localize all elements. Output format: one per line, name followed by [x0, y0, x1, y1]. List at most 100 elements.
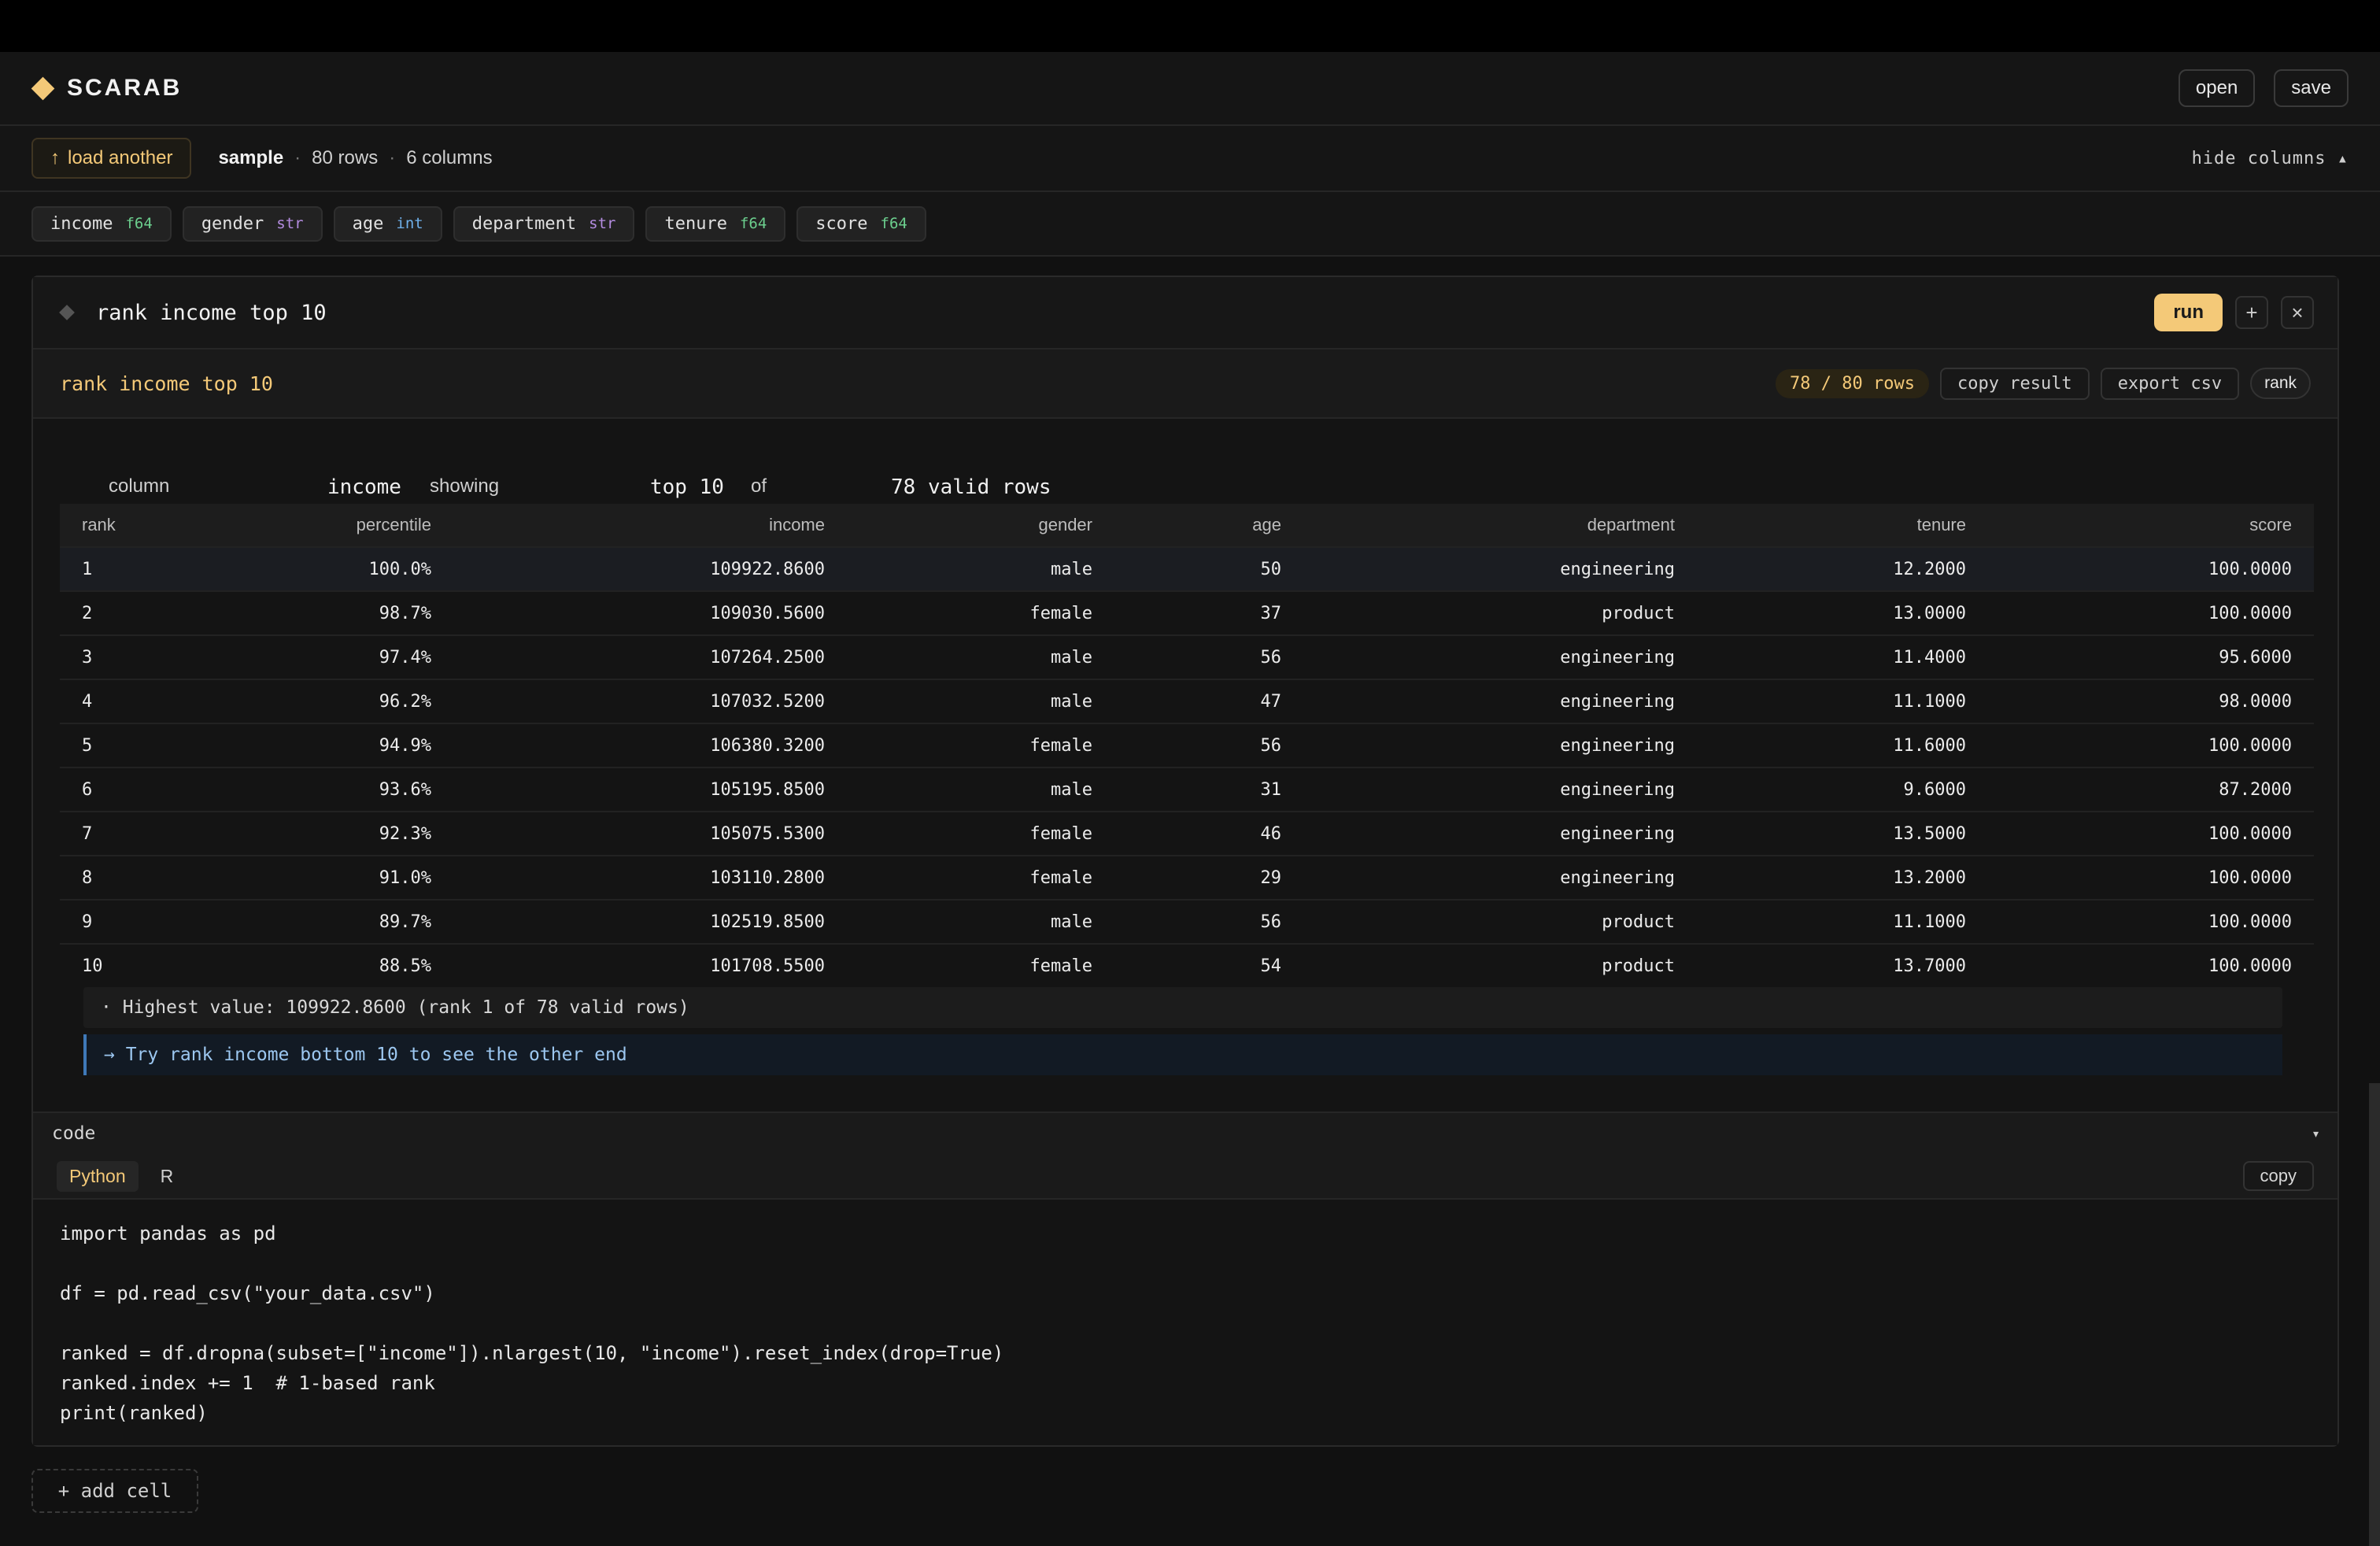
cell-income: 102519.8500	[453, 899, 847, 944]
cell-score: 100.0000	[1988, 590, 2314, 635]
header-percentile[interactable]: percentile	[201, 504, 453, 547]
dataset-name: sample	[218, 147, 284, 168]
cell-score: 100.0000	[1988, 546, 2314, 591]
copy-code-button[interactable]: copy	[2242, 1161, 2314, 1191]
column-name: score	[815, 213, 868, 234]
cell-tenure: 11.1000	[1697, 679, 1988, 723]
cell-income: 105195.8500	[453, 767, 847, 812]
cell-tenure: 11.6000	[1697, 723, 1988, 767]
table-row[interactable]: 9 89.7% 102519.8500 male 56 product 11.1000 100…	[60, 899, 2314, 944]
hide-columns-toggle[interactable]: hide columns ▴	[2192, 149, 2349, 168]
column-type: f64	[125, 215, 153, 232]
column-type: str	[276, 215, 304, 232]
column-type: str	[589, 215, 616, 232]
language-tabs: Python R copy	[33, 1154, 2338, 1200]
cell-rank: 8	[60, 855, 201, 900]
chevron-down-icon: ▾	[2312, 1126, 2319, 1140]
cell-rank: 4	[60, 679, 201, 723]
save-button[interactable]: save	[2274, 69, 2349, 107]
result-header: rank income top 10 78 / 80 rows copy res…	[33, 350, 2338, 419]
code-block: import pandas as pd df = pd.read_csv("yo…	[60, 1222, 1004, 1424]
close-icon[interactable]: ×	[2281, 296, 2314, 329]
header-department[interactable]: department	[1303, 504, 1697, 547]
cell-percentile: 88.5%	[201, 943, 453, 987]
cell-score: 100.0000	[1988, 723, 2314, 767]
header-income[interactable]: income	[453, 504, 847, 547]
cell-income: 101708.5500	[453, 943, 847, 987]
tab-python[interactable]: Python	[57, 1160, 139, 1192]
table-row[interactable]: 10 88.5% 101708.5500 female 54 product 13.7000…	[60, 943, 2314, 987]
cell-percentile: 98.7%	[201, 590, 453, 635]
column-chip-age[interactable]: age int	[333, 205, 442, 242]
add-cell-button[interactable]: + add cell	[31, 1469, 198, 1513]
app-title: SCARAB	[67, 75, 183, 101]
cell-gender: male	[847, 634, 1114, 679]
cell-department: engineering	[1303, 767, 1697, 812]
rank-mode-badge: rank	[2250, 368, 2311, 399]
cell-department: engineering	[1303, 546, 1697, 591]
tab-r[interactable]: R	[148, 1161, 187, 1192]
cell-gender: female	[847, 855, 1114, 900]
cell-gender: male	[847, 679, 1114, 723]
table-row[interactable]: 8 91.0% 103110.2800 female 29 engineering 13.2…	[60, 855, 2314, 900]
table-row[interactable]: 3 97.4% 107264.2500 male 56 engineering 11.400…	[60, 634, 2314, 679]
copy-result-button[interactable]: copy result	[1939, 367, 2090, 400]
column-value: income	[327, 475, 401, 499]
load-another-button[interactable]: ↑ load another	[31, 138, 192, 179]
table-header-row: rank percentile income gender age depart…	[60, 504, 2314, 547]
cell-drag-icon[interactable]	[59, 305, 75, 320]
cell-tenure: 12.2000	[1697, 546, 1988, 591]
column-chip-tenure[interactable]: tenure f64	[645, 205, 786, 242]
showing-value: top 10	[650, 475, 724, 499]
cell-rank: 6	[60, 767, 201, 812]
column-chip-department[interactable]: department str	[453, 205, 635, 242]
column-name: gender	[201, 213, 264, 234]
hint-note[interactable]: → Try rank income bottom 10 to see the o…	[83, 1034, 2282, 1075]
code-toggle[interactable]: code ▾	[33, 1113, 2338, 1154]
table-row[interactable]: 6 93.6% 105195.8500 male 31 engineering 9.6000…	[60, 767, 2314, 812]
table-row[interactable]: 7 92.3% 105075.5300 female 46 engineering 13.5…	[60, 811, 2314, 856]
table-row[interactable]: 5 94.9% 106380.3200 female 56 engineering 11.6…	[60, 723, 2314, 767]
run-button[interactable]: run	[2154, 294, 2223, 331]
result-table: rank percentile income gender age depart…	[60, 504, 2314, 987]
header-tenure[interactable]: tenure	[1697, 504, 1988, 547]
dataset-info: sample · 80 rows · 6 columns	[218, 147, 492, 169]
column-name: age	[352, 213, 384, 234]
cell-command[interactable]: rank income top 10	[96, 301, 327, 325]
cell-percentile: 96.2%	[201, 679, 453, 723]
header-rank[interactable]: rank	[60, 504, 201, 547]
separator-dot: ·	[294, 147, 301, 168]
column-chip-income[interactable]: income f64	[31, 205, 172, 242]
cell-score: 100.0000	[1988, 899, 2314, 944]
cell-age: 46	[1114, 811, 1303, 856]
cell-percentile: 93.6%	[201, 767, 453, 812]
header-gender[interactable]: gender	[847, 504, 1114, 547]
header-score[interactable]: score	[1988, 504, 2314, 547]
cell-rank: 5	[60, 723, 201, 767]
table-row[interactable]: 1 100.0% 109922.8600 male 50 engineering 12.20…	[60, 546, 2314, 591]
open-button[interactable]: open	[2178, 69, 2256, 107]
cell-income: 105075.5300	[453, 811, 847, 856]
scrollbar[interactable]	[2369, 1083, 2380, 1546]
cell-tenure: 13.2000	[1697, 855, 1988, 900]
cell-income: 107264.2500	[453, 634, 847, 679]
code-section-label: code	[52, 1123, 96, 1144]
notebook-cell: rank income top 10 run + × rank income t…	[31, 276, 2339, 1447]
result-title: rank income top 10	[60, 372, 273, 395]
cell-tenure: 13.0000	[1697, 590, 1988, 635]
header-age[interactable]: age	[1114, 504, 1303, 547]
add-icon[interactable]: +	[2235, 296, 2268, 329]
export-csv-button[interactable]: export csv	[2100, 367, 2240, 400]
column-type: f64	[880, 215, 907, 232]
cell-tenure: 11.1000	[1697, 899, 1988, 944]
column-chip-gender[interactable]: gender str	[182, 205, 323, 242]
table-row[interactable]: 2 98.7% 109030.5600 female 37 product 13.0000 1…	[60, 590, 2314, 635]
cell-percentile: 94.9%	[201, 723, 453, 767]
cell-department: engineering	[1303, 634, 1697, 679]
dataset-rows: 80 rows	[312, 147, 379, 168]
table-row[interactable]: 4 96.2% 107032.5200 male 47 engineering 11.100…	[60, 679, 2314, 723]
cell-percentile: 97.4%	[201, 634, 453, 679]
load-another-label: load another	[68, 147, 173, 168]
column-name: department	[471, 213, 577, 234]
column-chip-score[interactable]: score f64	[796, 205, 926, 242]
